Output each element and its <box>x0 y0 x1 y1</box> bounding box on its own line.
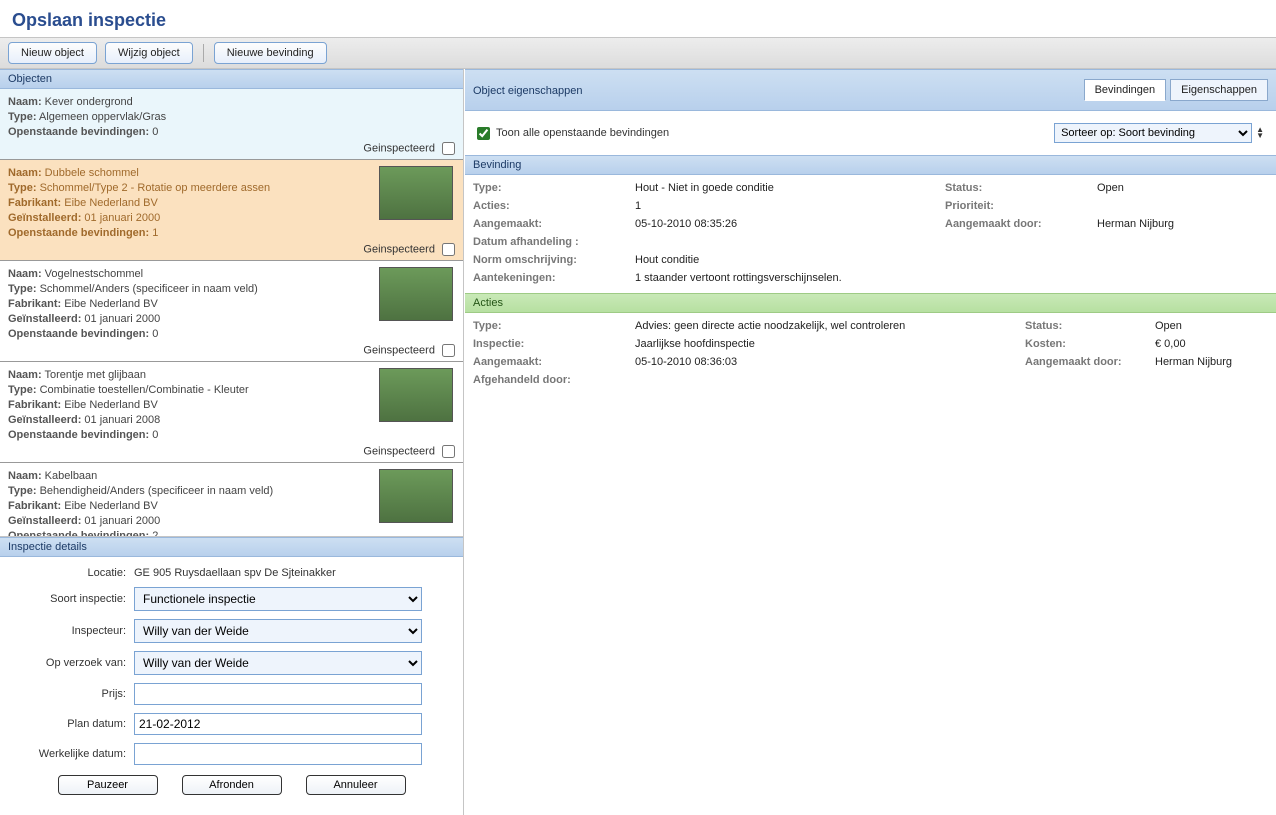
acties-kosten-label: Kosten: <box>1025 335 1155 353</box>
acties-type-value: Advies: geen directe actie noodzakelijk,… <box>635 317 1025 335</box>
bevinding-datumafh-value <box>635 233 945 251</box>
bevinding-aantekeningen-value: 1 staander vertoont rottingsverschijnsel… <box>635 269 842 287</box>
acties-inspectie-label: Inspectie: <box>473 335 635 353</box>
object-thumbnail <box>379 267 453 321</box>
inspecteur-label: Inspecteur: <box>14 625 134 637</box>
acties-afgehandelddoor-label: Afgehandeld door: <box>473 371 635 389</box>
bevinding-status-value: Open <box>1097 179 1268 197</box>
bevinding-aangemaakt-label: Aangemaakt: <box>473 215 635 233</box>
sort-down-icon[interactable]: ▼ <box>1256 133 1264 139</box>
inspect-details-header: Inspectie details <box>0 537 463 557</box>
acties-aangemaaktdoor-label: Aangemaakt door: <box>1025 353 1155 371</box>
inspected-checkbox[interactable] <box>442 344 455 357</box>
bevinding-type-label: Type: <box>473 179 635 197</box>
bevinding-prioriteit-value <box>1097 197 1268 215</box>
cancel-button[interactable]: Annuleer <box>306 775 406 795</box>
werkelijkedatum-label: Werkelijke datum: <box>14 748 134 760</box>
new-finding-button[interactable]: Nieuwe bevinding <box>214 42 327 64</box>
bevinding-aangemaakt-value: 05-10-2010 08:35:26 <box>635 215 945 233</box>
bevinding-datumafh-label: Datum afhandeling : <box>473 233 635 251</box>
object-item[interactable]: Naam: Dubbele schommelType: Schommel/Typ… <box>0 160 463 261</box>
object-item[interactable]: Naam: Torentje met glijbaanType: Combina… <box>0 362 463 463</box>
bevinding-grid: Type: Hout - Niet in goede conditie Stat… <box>465 175 1276 293</box>
inspected-row: Geinspecteerd <box>8 443 455 458</box>
sort-select[interactable]: Sorteer op: Soort bevinding <box>1054 123 1252 143</box>
bevinding-acties-label: Acties: <box>473 197 635 215</box>
soort-inspectie-label: Soort inspectie: <box>14 593 134 605</box>
inspected-row: Geinspecteerd <box>8 241 455 256</box>
acties-grid: Type: Advies: geen directe actie noodzak… <box>465 313 1276 395</box>
bevinding-aantekeningen-label: Aantekeningen: <box>473 269 635 287</box>
object-item[interactable]: Naam: KabelbaanType: Behendigheid/Anders… <box>0 463 463 537</box>
acties-section-header: Acties <box>465 293 1276 313</box>
bevinding-aangemaaktdoor-value: Herman Nijburg <box>1097 215 1268 233</box>
tab-bevindingen[interactable]: Bevindingen <box>1084 79 1167 101</box>
bevinding-section-header: Bevinding <box>465 155 1276 175</box>
object-properties-header: Object eigenschappen <box>473 83 582 97</box>
inspected-checkbox[interactable] <box>442 142 455 155</box>
acties-type-label: Type: <box>473 317 635 335</box>
prijs-input[interactable] <box>134 683 422 705</box>
show-open-findings-label[interactable]: Toon alle openstaande bevindingen <box>477 127 669 140</box>
soort-inspectie-select[interactable]: Functionele inspectie <box>134 587 422 611</box>
toolbar: Nieuw object Wijzig object Nieuwe bevind… <box>0 37 1276 69</box>
locatie-value: GE 905 Ruysdaellaan spv De Sjteinakker <box>134 567 449 579</box>
inspected-row: Geinspecteerd <box>8 342 455 357</box>
bevinding-aangemaaktdoor-label: Aangemaakt door: <box>945 215 1097 233</box>
tab-eigenschappen[interactable]: Eigenschappen <box>1170 79 1268 101</box>
acties-kosten-value: € 0,00 <box>1155 335 1268 353</box>
inspected-checkbox[interactable] <box>442 243 455 256</box>
objects-list[interactable]: Naam: Kever ondergrondType: Algemeen opp… <box>0 89 463 537</box>
prijs-label: Prijs: <box>14 688 134 700</box>
plandatum-label: Plan datum: <box>14 718 134 730</box>
acties-aangemaakt-label: Aangemaakt: <box>473 353 635 371</box>
bevinding-norm-value: Hout conditie <box>635 251 945 269</box>
pause-button[interactable]: Pauzeer <box>58 775 158 795</box>
werkelijkedatum-input[interactable] <box>134 743 422 765</box>
inspect-details: Locatie: GE 905 Ruysdaellaan spv De Sjte… <box>0 557 463 815</box>
acties-afgehandelddoor-value <box>635 371 945 389</box>
toolbar-divider <box>203 44 204 62</box>
object-thumbnail <box>379 469 453 523</box>
bevinding-acties-value: 1 <box>635 197 945 215</box>
edit-object-button[interactable]: Wijzig object <box>105 42 193 64</box>
object-item[interactable]: Naam: Kever ondergrondType: Algemeen opp… <box>0 89 463 160</box>
plandatum-input[interactable] <box>134 713 422 735</box>
new-object-button[interactable]: Nieuw object <box>8 42 97 64</box>
bevinding-prioriteit-label: Prioriteit: <box>945 197 1097 215</box>
bevinding-status-label: Status: <box>945 179 1097 197</box>
bevinding-type-value: Hout - Niet in goede conditie <box>635 179 945 197</box>
finish-button[interactable]: Afronden <box>182 775 282 795</box>
opverzoek-select[interactable]: Willy van der Weide <box>134 651 422 675</box>
inspecteur-select[interactable]: Willy van der Weide <box>134 619 422 643</box>
opverzoek-label: Op verzoek van: <box>14 657 134 669</box>
page-title: Opslaan inspectie <box>0 0 1276 37</box>
show-open-findings-checkbox[interactable] <box>477 127 490 140</box>
acties-status-value: Open <box>1155 317 1268 335</box>
acties-aangemaakt-value: 05-10-2010 08:36:03 <box>635 353 1025 371</box>
object-thumbnail <box>379 368 453 422</box>
locatie-label: Locatie: <box>14 567 134 579</box>
acties-status-label: Status: <box>1025 317 1155 335</box>
inspected-checkbox[interactable] <box>442 445 455 458</box>
object-item[interactable]: Naam: VogelnestschommelType: Schommel/An… <box>0 261 463 362</box>
acties-inspectie-value: Jaarlijkse hoofdinspectie <box>635 335 1025 353</box>
show-open-findings-text: Toon alle openstaande bevindingen <box>496 127 669 139</box>
object-thumbnail <box>379 166 453 220</box>
inspected-row: Geinspecteerd <box>8 140 455 155</box>
acties-aangemaaktdoor-value: Herman Nijburg <box>1155 353 1268 371</box>
objects-header: Objecten <box>0 69 463 89</box>
bevinding-norm-label: Norm omschrijving: <box>473 251 635 269</box>
